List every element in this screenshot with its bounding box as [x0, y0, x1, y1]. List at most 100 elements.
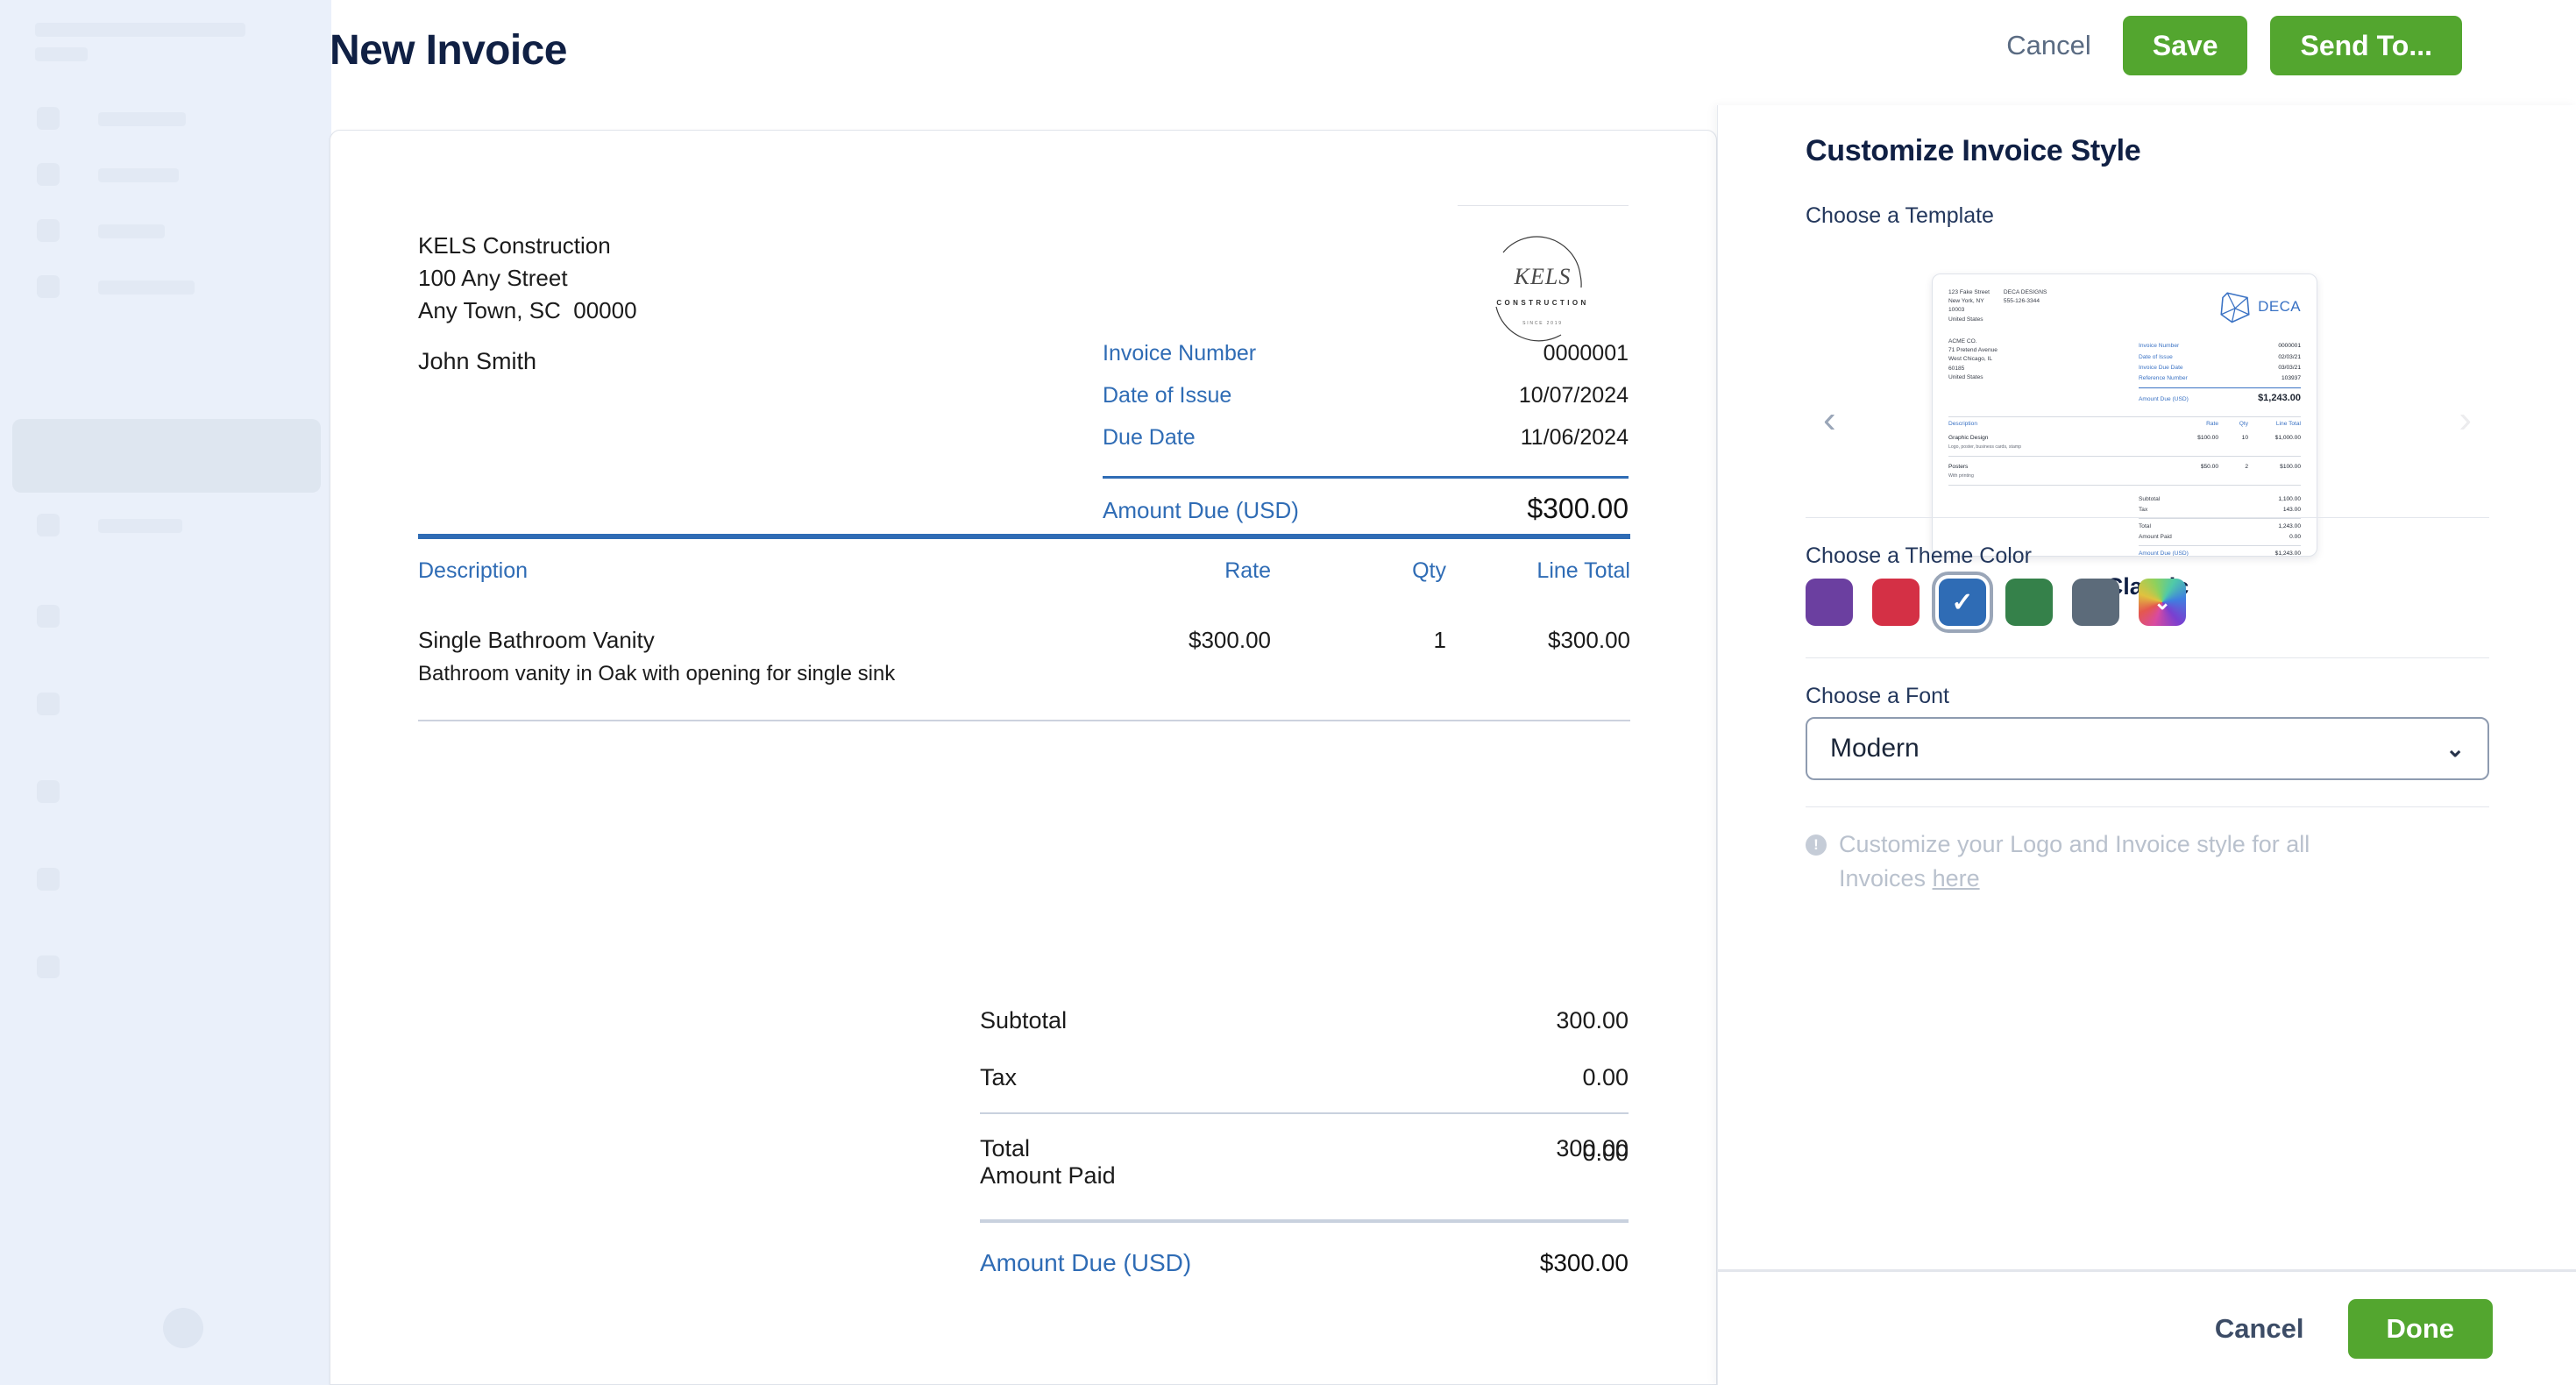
chevron-down-icon: ⌄: [2139, 579, 2186, 626]
mini-meta-label: Reference Number: [2139, 374, 2188, 383]
mini-cell-line-total: $1,000.00: [2248, 434, 2301, 443]
note-here-link[interactable]: here: [1933, 865, 1980, 891]
mini-cell-description: Graphic Design: [1948, 434, 2168, 443]
mini-meta: Invoice Number 0000001 Date of Issue 02/…: [2139, 341, 2301, 406]
template-carousel: ‹ › 123 Fake Street New York, NY 10003 U…: [1806, 237, 2489, 447]
mini-amount-due-row: Amount Due (USD) $1,243.00: [2139, 391, 2301, 406]
mini-bill-line: 71 Pretend Avenue: [1948, 346, 1998, 355]
save-button[interactable]: Save: [2123, 16, 2248, 75]
font-select[interactable]: Modern ⌄: [1806, 717, 2489, 780]
template-preview-content: 123 Fake Street New York, NY 10003 Unite…: [1933, 274, 2317, 556]
meta-label: Invoice Number: [1103, 341, 1256, 366]
sidebar-item-icon-ghost: [37, 955, 60, 978]
sidebar-item-label-ghost: [98, 519, 182, 533]
mini-table-row: Posters $50.00 2 $100.00: [1948, 459, 2301, 472]
chevron-right-icon[interactable]: ›: [2450, 397, 2480, 443]
due-label: Amount Due (USD): [980, 1249, 1191, 1277]
sidebar-item-icon-ghost: [37, 692, 60, 715]
company-logo: KELS CONSTRUCTION SINCE 2019: [1458, 205, 1629, 345]
meta-label: Date of Issue: [1103, 383, 1231, 408]
mini-row-divider: [1948, 485, 2301, 486]
cancel-button[interactable]: Cancel: [1998, 23, 2100, 68]
mini-cell-qty: 10: [2218, 434, 2248, 443]
sidebar-item-label-ghost: [98, 224, 165, 238]
total-label: Total: [980, 1135, 1030, 1162]
mini-company-name: DECA DESIGNS: [2004, 288, 2047, 297]
swatch-green[interactable]: [2005, 579, 2053, 626]
theme-color-swatches: ✓ ⌄: [1806, 579, 2186, 626]
svg-text:CONSTRUCTION: CONSTRUCTION: [1496, 299, 1588, 307]
mini-from-company: DECA DESIGNS 555-126-3344: [2004, 288, 2047, 324]
sidebar-item-icon-ghost: [37, 780, 60, 803]
panel-footer: Cancel Done: [1718, 1269, 2576, 1385]
sidebar-subtitle-ghost: [35, 47, 88, 61]
column-header-line-total: Line Total: [1446, 558, 1630, 584]
page-title: New Invoice: [330, 26, 567, 75]
mini-meta-row: Reference Number 103937: [2139, 373, 2301, 384]
swatch-custom-color[interactable]: ⌄: [2139, 579, 2186, 626]
cell-line-total: $300.00: [1446, 627, 1630, 654]
tax-value: 0.00: [1582, 1064, 1629, 1091]
invoice-preview-card: KELS Construction 100 Any Street Any Tow…: [330, 130, 1717, 1385]
panel-divider-3: [1806, 806, 2489, 807]
mini-meta-label: Invoice Due Date: [2139, 364, 2183, 373]
note-text: Customize your Logo and Invoice style fo…: [1839, 827, 2331, 896]
mini-meta-label: Date of Issue: [2139, 353, 2173, 362]
mini-totals: Subtotal 1,100.00 Tax 143.00 Total 1,243…: [2139, 494, 2301, 557]
amount-paid-label: Amount Paid: [980, 1162, 1116, 1190]
mini-totals-row: Subtotal 1,100.00: [2139, 494, 2301, 505]
mini-header: 123 Fake Street New York, NY 10003 Unite…: [1948, 288, 2301, 325]
meta-row-date-of-issue: Date of Issue 10/07/2024: [1103, 383, 1629, 425]
mini-bill-line: United States: [1948, 373, 1998, 382]
mini-meta-value: 0000001: [2278, 342, 2301, 351]
bill-to-name: John Smith: [418, 348, 536, 375]
panel-cancel-button[interactable]: Cancel: [2204, 1306, 2315, 1352]
mini-meta-divider: [2139, 387, 2301, 388]
mini-table-header: Description Rate Qty Line Total: [1948, 420, 2301, 430]
swatch-slate[interactable]: [2072, 579, 2119, 626]
chevron-left-icon[interactable]: ‹: [1814, 397, 1845, 443]
meta-value: 11/06/2024: [1521, 425, 1629, 451]
mini-brand: DECA: [2217, 288, 2301, 325]
mini-cell-sub: Logo, poster, business cards, stamp: [1948, 443, 2301, 451]
deca-cube-logo-icon: [2217, 288, 2253, 325]
amount-due-value: $300.00: [1527, 493, 1629, 525]
mini-amount-due-value: $1,243.00: [2258, 391, 2301, 406]
swatch-red[interactable]: [1872, 579, 1920, 626]
customize-logo-note: ! Customize your Logo and Invoice style …: [1806, 827, 2331, 896]
meta-value: 0000001: [1543, 341, 1629, 366]
kels-construction-logo-icon: KELS CONSTRUCTION SINCE 2019: [1458, 230, 1629, 345]
mini-cell-line-total: $100.00: [2248, 463, 2301, 472]
amount-due-label: Amount Due (USD): [1103, 497, 1299, 524]
mini-addr-line: United States: [1948, 316, 1990, 324]
mini-total-value: 0.00: [2289, 533, 2301, 542]
table-row: Single Bathroom Vanity $300.00 1 $300.00: [418, 584, 1630, 654]
sidebar-item-icon-ghost: [37, 219, 60, 242]
meta-row-invoice-number: Invoice Number 0000001: [1103, 341, 1629, 383]
swatch-purple[interactable]: [1806, 579, 1853, 626]
business-street: 100 Any Street: [418, 262, 637, 295]
panel-divider-2: [1806, 657, 2489, 658]
mini-total-label: Tax: [2139, 506, 2147, 515]
mini-totals-divider: [2139, 518, 2301, 519]
swatch-blue-selected[interactable]: ✓: [1939, 579, 1986, 626]
template-thumbnail-classic[interactable]: 123 Fake Street New York, NY 10003 Unite…: [1932, 273, 2317, 557]
mini-table-top-rule: [1948, 416, 2301, 417]
mini-total-value: 143.00: [2283, 506, 2301, 515]
cell-qty: 1: [1271, 627, 1446, 654]
mini-addr-line: 10003: [1948, 306, 1990, 315]
mini-col-description: Description: [1948, 420, 2168, 429]
sidebar-item-icon-ghost: [37, 163, 60, 186]
mini-row-divider: [1948, 456, 2301, 457]
totals-row-total: Total 300.00: [980, 1114, 1629, 1162]
sidebar-item-label-ghost: [98, 168, 179, 182]
mini-addr-line: New York, NY: [1948, 297, 1990, 306]
send-to-button[interactable]: Send To...: [2270, 16, 2462, 75]
mini-from-block: 123 Fake Street New York, NY 10003 Unite…: [1948, 288, 2047, 324]
sidebar-item-label-ghost: [98, 281, 195, 295]
mini-meta-row: Invoice Number 0000001: [2139, 341, 2301, 352]
totals-row-amount-due: Amount Due (USD) $300.00: [980, 1223, 1629, 1277]
mini-totals-row: Tax 143.00: [2139, 505, 2301, 515]
panel-done-button[interactable]: Done: [2348, 1299, 2494, 1359]
note-text-body: Customize your Logo and Invoice style fo…: [1839, 831, 2310, 891]
